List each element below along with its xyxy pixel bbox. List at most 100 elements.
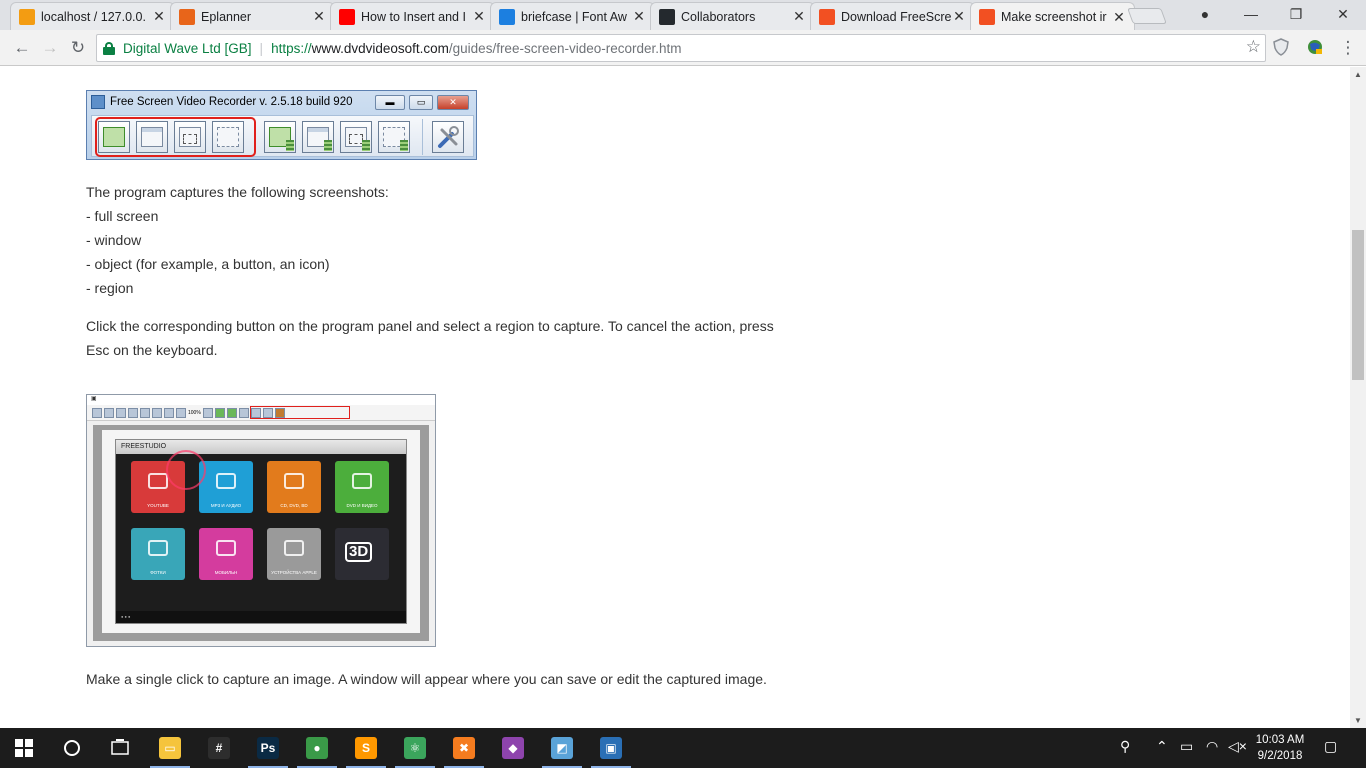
taskbar-app-8[interactable]: ◆	[489, 728, 537, 768]
region-capture-icon	[212, 121, 244, 153]
flip-icon	[238, 407, 249, 418]
tab-close-icon[interactable]: ✕	[1112, 9, 1126, 26]
tile-label: CD, DVD, BD	[280, 503, 308, 508]
window-capture-icon	[136, 121, 168, 153]
region-record-icon	[378, 121, 410, 153]
shield-extension-icon[interactable]	[1272, 38, 1290, 56]
back-button[interactable]: ←	[10, 36, 34, 60]
microsoft-icon	[979, 9, 995, 25]
maximize-button[interactable]: ❐	[1275, 2, 1317, 26]
people-icon[interactable]: ⚲	[1120, 738, 1130, 755]
undo-icon	[152, 407, 162, 418]
tile-icon	[148, 473, 168, 489]
taskbar-app-7[interactable]: ✖	[440, 728, 488, 768]
freestudio-tile: МОБИЛЬН	[199, 528, 253, 580]
taskbar-app-1[interactable]: ▭	[146, 728, 194, 768]
tab-6[interactable]: Download FreeScre ✕	[810, 2, 975, 30]
taskbar-app-3[interactable]: Ps	[244, 728, 292, 768]
close-window-button[interactable]: ✕	[1322, 2, 1364, 26]
list-item: - object (for example, a button, an icon…	[86, 256, 330, 272]
tab-close-icon[interactable]: ✕	[632, 8, 646, 25]
rotate-left-icon	[214, 407, 225, 418]
recorder-close-icon: ✕	[437, 95, 469, 110]
minimize-button[interactable]: —	[1230, 2, 1272, 26]
tab-1[interactable]: localhost / 127.0.0. ✕	[10, 2, 175, 30]
lock-icon	[103, 42, 115, 55]
address-bar[interactable]: Digital Wave Ltd [GB] | https:// www.dvd…	[96, 34, 1266, 62]
scroll-up-icon[interactable]: ▲	[1354, 70, 1362, 79]
menu-icon[interactable]: ⋮	[1336, 36, 1360, 60]
taskbar-app-2[interactable]: #	[195, 728, 243, 768]
notes-icon: ◩	[551, 737, 573, 759]
battery-icon[interactable]: ▭	[1180, 738, 1193, 755]
chrome-icon: ●	[306, 737, 328, 759]
sublime-icon: S	[355, 737, 377, 759]
print-icon	[116, 407, 126, 418]
globe-extension-icon[interactable]	[1306, 38, 1324, 56]
scrollbar-thumb[interactable]	[1352, 230, 1364, 380]
object-record-icon	[340, 121, 372, 153]
tab-3[interactable]: How to Insert and I ✕	[330, 2, 495, 30]
profile-icon[interactable]: ●	[1184, 2, 1226, 26]
tab-close-icon[interactable]: ✕	[152, 8, 166, 25]
notification-center-icon[interactable]: ▢	[1324, 738, 1337, 755]
list-item: - window	[86, 232, 142, 248]
recorder-toolbar	[91, 115, 474, 157]
page-scrollbar[interactable]: ▲ ▼	[1350, 67, 1366, 728]
freestudio-tile: DVD И ВИДЕО	[335, 461, 389, 513]
cortana-search-icon[interactable]	[48, 728, 96, 768]
tab-7[interactable]: Make screenshot ir ✕	[970, 2, 1135, 31]
volume-muted-icon[interactable]: ◁×	[1228, 738, 1247, 755]
tile-icon	[216, 473, 236, 489]
full-screen-capture-icon	[98, 121, 130, 153]
tab-title: How to Insert and I	[361, 9, 466, 24]
tab-close-icon[interactable]: ✕	[792, 8, 806, 25]
show-hidden-icons-icon[interactable]: ⌃	[1156, 738, 1168, 755]
task-view-icon[interactable]	[96, 728, 144, 768]
slack-icon: #	[208, 737, 230, 759]
tile-icon	[352, 473, 372, 489]
system-clock[interactable]: 10:03 AM 9/2/2018	[1252, 732, 1308, 764]
save-icon	[92, 407, 102, 418]
reload-button[interactable]: ↻	[66, 36, 90, 60]
taskbar-app-10[interactable]: ▣	[587, 728, 635, 768]
taskbar-app-5[interactable]: S	[342, 728, 390, 768]
zoom-out-icon	[176, 407, 186, 418]
tab-2[interactable]: Eplanner ✕	[170, 2, 335, 30]
windows-taskbar: ▭ # Ps ● S ⚛ ✖ ◆ ◩ ▣ ⚲ ⌃ ▭ ◠ ◁× 10:03 AM 9/2/2018…	[0, 728, 1366, 768]
tile-label: DVD И ВИДЕО	[346, 503, 378, 508]
wifi-icon[interactable]: ◠	[1206, 738, 1218, 755]
tab-title: Eplanner	[201, 9, 252, 24]
tile-icon	[216, 540, 236, 556]
file-explorer-icon: ▭	[159, 737, 181, 759]
tab-close-icon[interactable]: ✕	[312, 8, 326, 25]
scroll-down-icon[interactable]: ▼	[1354, 716, 1362, 725]
decorative-swirl	[166, 450, 206, 490]
bookmark-star-icon[interactable]: ☆	[1246, 37, 1261, 57]
taskbar-app-4[interactable]: ●	[293, 728, 341, 768]
github-icon	[659, 8, 675, 25]
full-screen-record-icon	[264, 121, 296, 153]
page-content: Free Screen Video Recorder v. 2.5.18 bui…	[0, 67, 1350, 728]
tab-close-icon[interactable]: ✕	[472, 8, 486, 25]
tab-5[interactable]: Collaborators ✕	[650, 2, 815, 30]
flag-icon	[499, 8, 515, 25]
new-tab-button[interactable]	[1127, 8, 1167, 24]
copy-icon	[128, 407, 138, 418]
instruction-line-2: Esc on the keyboard.	[86, 342, 218, 358]
taskbar-app-6[interactable]: ⚛	[391, 728, 439, 768]
tab-close-icon[interactable]: ✕	[952, 8, 966, 25]
taskbar-app-9[interactable]: ◩	[538, 728, 586, 768]
forward-button[interactable]: →	[38, 36, 62, 60]
list-item: - full screen	[86, 208, 159, 224]
windows-start-icon[interactable]	[0, 728, 48, 768]
tab-title: Download FreeScre	[841, 9, 952, 24]
object-capture-icon	[174, 121, 206, 153]
certificate-name[interactable]: Digital Wave Ltd [GB]	[123, 41, 252, 56]
toolbar-divider	[422, 119, 423, 155]
tab-4[interactable]: briefcase | Font Aw ✕	[490, 2, 655, 30]
paste-icon	[140, 407, 150, 418]
tile-icon	[284, 540, 304, 556]
zoom-level: 100%	[188, 409, 201, 416]
tile-label: ФОТКИ	[150, 570, 166, 575]
